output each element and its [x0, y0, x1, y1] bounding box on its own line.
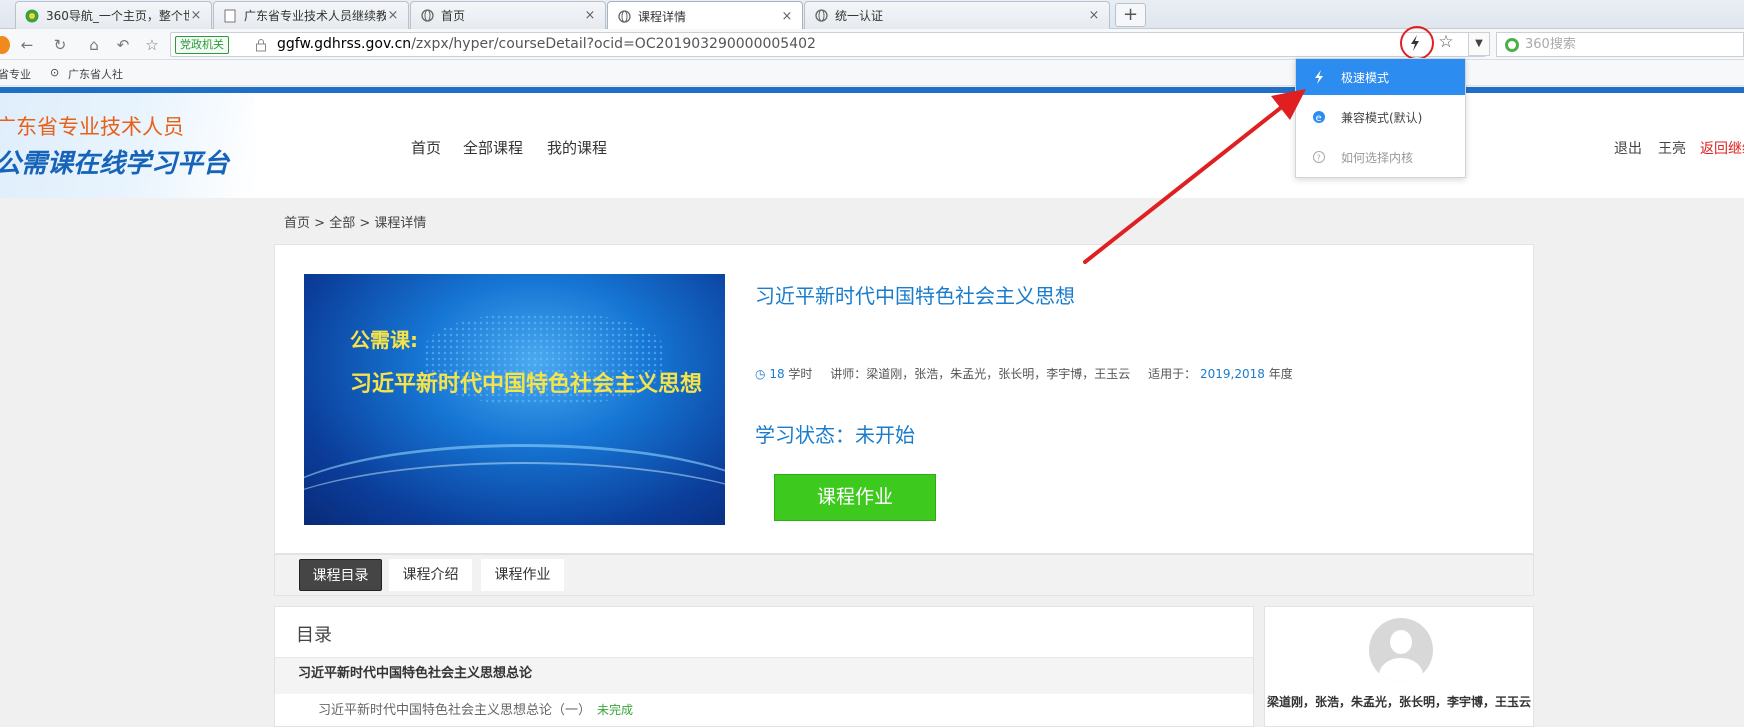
tab-title: 360导航_一个主页，整个世界	[46, 9, 189, 23]
360-logo-icon	[24, 8, 40, 24]
globe-icon	[419, 8, 435, 24]
teacher-names: 梁道刚，张浩，朱孟光，张长明，李宇博，王玉云	[1267, 695, 1532, 709]
tab-title: 首页	[441, 9, 466, 23]
year-unit: 年度	[1268, 367, 1293, 381]
lightning-icon	[1312, 70, 1326, 84]
cover-label: 公需课:	[350, 328, 418, 352]
menu-item-fast-mode[interactable]: 极速模式	[1296, 59, 1465, 95]
breadcrumb: 首页 > 全部 > 课程详情	[284, 212, 426, 231]
learning-status: 学习状态：未开始	[755, 423, 915, 447]
tab-homework[interactable]: 课程作业	[481, 559, 564, 591]
url-bar[interactable]: 党政机关 ggfw.gdhrss.gov.cn/zxpx/hyper/cours…	[170, 32, 1486, 57]
browser-tab-gdjxjy[interactable]: 广东省专业技术人员继续教育 ×	[213, 1, 409, 29]
cover-title: 习近平新时代中国特色社会主义思想	[350, 372, 703, 397]
chevron-down-icon[interactable]: ▼	[1468, 32, 1490, 56]
nav-all-courses[interactable]: 全部课程	[463, 137, 523, 158]
browser-tab-bar: 360导航_一个主页，整个世界 × 广东省专业技术人员继续教育 × 首页 × 课…	[0, 0, 1744, 30]
course-catalog: 目录 习近平新时代中国特色社会主义思想总论 习近平新时代中国特色社会主义思想总论…	[274, 606, 1254, 727]
close-icon[interactable]: ×	[386, 8, 400, 23]
catalog-item-status: 未完成	[597, 703, 634, 717]
lock-icon	[255, 38, 267, 52]
star-icon[interactable]: ☆	[1434, 32, 1458, 56]
undo-close-icon[interactable]: ↶	[113, 35, 133, 55]
browser-tab-auth[interactable]: 统一认证 ×	[804, 1, 1110, 29]
bookmark-item[interactable]: 省专业	[0, 66, 31, 82]
course-hours-unit: 学时	[788, 367, 813, 381]
close-icon[interactable]: ×	[1087, 8, 1101, 23]
logout-link[interactable]: 退出	[1614, 138, 1642, 158]
course-homework-button[interactable]: 课程作业	[774, 474, 936, 521]
username: 王亮	[1658, 141, 1686, 157]
catalog-section: 习近平新时代中国特色社会主义思想总论	[275, 658, 1253, 694]
search-input[interactable]: 360搜索	[1496, 32, 1744, 57]
gov-badge: 党政机关	[175, 36, 229, 54]
menu-item-compat-mode[interactable]: e 兼容模式(默认)	[1296, 99, 1465, 135]
url-path: /zxpx/hyper/courseDetail?ocid=OC20190329…	[411, 36, 816, 52]
menu-item-how-to-choose[interactable]: ? 如何选择内核	[1296, 139, 1465, 175]
nav-home[interactable]: 首页	[411, 137, 441, 158]
site-logo[interactable]: 广东省专业技术人员 公需课在线学习平台	[0, 93, 255, 198]
breadcrumb-current: 课程详情	[374, 216, 427, 231]
breadcrumb-all[interactable]: 全部	[329, 216, 355, 231]
home-icon[interactable]: ⌂	[84, 35, 104, 55]
course-meta: ◷ 18 学时 讲师：梁道刚，张浩，朱孟光，张长明，李宇博，王玉云 适用于： 2…	[755, 365, 1293, 382]
course-title: 习近平新时代中国特色社会主义思想	[755, 284, 1075, 308]
avatar	[1369, 618, 1433, 682]
annotation-circle	[1400, 26, 1434, 60]
browser-logo-icon[interactable]	[0, 36, 10, 54]
teacher-label: 讲师：	[830, 367, 867, 381]
browser-tab-home[interactable]: 首页 ×	[410, 1, 606, 29]
teacher-panel: 梁道刚，张浩，朱孟光，张长明，李宇博，王玉云	[1264, 606, 1534, 727]
url-domain: ggfw.gdhrss.gov.cn	[277, 36, 412, 52]
clock-icon: ◷	[755, 367, 766, 381]
globe-icon: ⊙	[50, 66, 60, 79]
logo-line2: 公需课在线学习平台	[0, 149, 230, 179]
search-placeholder: 360搜索	[1525, 37, 1576, 52]
site-header: 广东省专业技术人员 公需课在线学习平台 首页 全部课程 我的课程 退出 王亮 返…	[0, 93, 1744, 198]
refresh-icon[interactable]: ↻	[50, 35, 70, 55]
menu-item-label: 极速模式	[1341, 70, 1390, 85]
tab-intro[interactable]: 课程介绍	[389, 559, 472, 591]
tab-title: 统一认证	[835, 9, 884, 23]
breadcrumb-home[interactable]: 首页	[284, 216, 310, 231]
back-link[interactable]: 返回继续	[1700, 138, 1744, 158]
globe-icon	[813, 8, 829, 24]
favorite-icon[interactable]: ☆	[142, 35, 162, 55]
catalog-item[interactable]: 习近平新时代中国特色社会主义思想总论（一） 未完成	[318, 695, 633, 726]
course-cover-image: 公需课: 习近平新时代中国特色社会主义思想	[304, 274, 725, 525]
kernel-mode-menu: 极速模式 e 兼容模式(默认) ? 如何选择内核	[1295, 58, 1466, 178]
tab-catalog[interactable]: 课程目录	[299, 559, 382, 591]
course-years: 2019,2018	[1199, 367, 1265, 381]
catalog-item-title[interactable]: 习近平新时代中国特色社会主义思想总论（一）	[318, 703, 591, 718]
back-icon[interactable]: ←	[17, 35, 37, 55]
svg-text:e: e	[1316, 113, 1322, 124]
browser-tab-360[interactable]: 360导航_一个主页，整个世界 ×	[15, 1, 212, 29]
globe-icon	[616, 8, 632, 24]
ie-icon: e	[1312, 110, 1326, 124]
browser-tab-course-detail[interactable]: 课程详情 ×	[607, 1, 803, 30]
logo-line1: 广东省专业技术人员	[0, 115, 184, 139]
page-icon	[222, 8, 238, 24]
close-icon[interactable]: ×	[583, 8, 597, 23]
360-search-icon	[1505, 38, 1519, 52]
catalog-heading: 目录	[296, 625, 332, 646]
nav-my-courses[interactable]: 我的课程	[547, 137, 607, 158]
svg-text:?: ?	[1317, 154, 1321, 163]
url-text: ggfw.gdhrss.gov.cn/zxpx/hyper/courseDeta…	[277, 36, 816, 52]
bookmarks-bar: 省专业 ⊙ 广东省人社	[0, 60, 1744, 86]
tab-title: 广东省专业技术人员继续教育	[244, 9, 386, 23]
close-icon[interactable]: ×	[189, 8, 203, 23]
help-icon: ?	[1312, 150, 1326, 164]
menu-item-label: 如何选择内核	[1341, 150, 1414, 165]
tab-title: 课程详情	[638, 9, 687, 24]
course-hours: 18	[769, 367, 785, 381]
close-icon[interactable]: ×	[780, 9, 794, 24]
menu-item-label: 兼容模式(默认)	[1341, 110, 1423, 125]
breadcrumb-separator: >	[359, 216, 371, 231]
breadcrumb-separator: >	[314, 216, 326, 231]
new-tab-button[interactable]: +	[1115, 3, 1146, 27]
teacher-names: 梁道刚，张浩，朱孟光，张长明，李宇博，王玉云	[866, 367, 1131, 381]
year-label: 适用于：	[1148, 367, 1197, 381]
bookmark-item[interactable]: 广东省人社	[68, 66, 123, 82]
